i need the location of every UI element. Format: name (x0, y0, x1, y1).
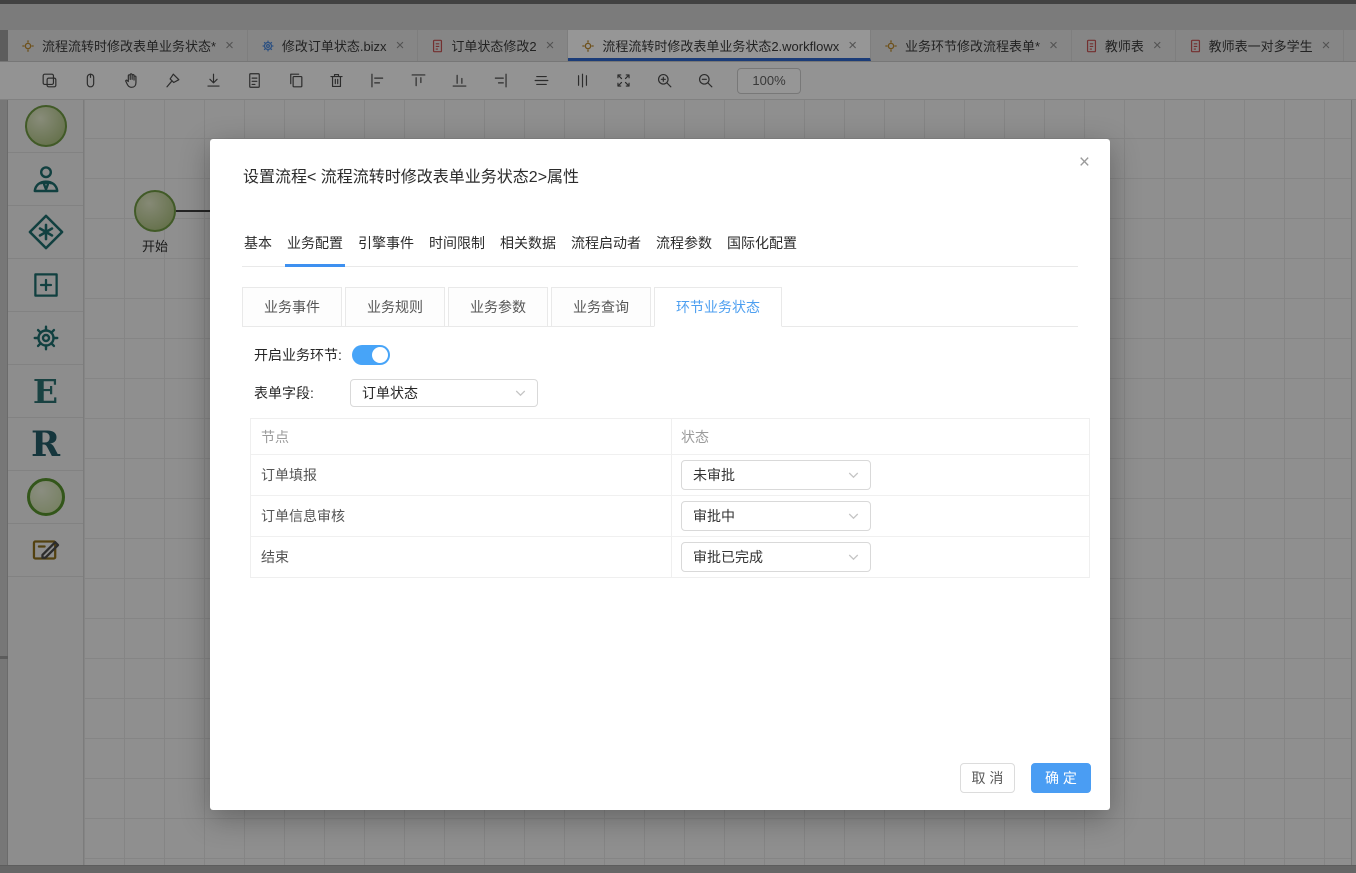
node-status-table: 节点 状态 订单填报 未审批 订单信息审核 审批中 (250, 418, 1090, 578)
status-value: 审批中 (693, 506, 735, 526)
chevron-down-icon (848, 554, 859, 561)
form-field-value: 订单状态 (362, 383, 418, 403)
enable-business-node-row: 开启业务环节: (254, 345, 1110, 365)
table-row: 订单信息审核 审批中 (251, 495, 1089, 536)
status-select[interactable]: 未审批 (681, 460, 871, 490)
subtab-business-query[interactable]: 业务查询 (551, 287, 651, 327)
subtab-business-events[interactable]: 业务事件 (242, 287, 342, 327)
tab-business-config[interactable]: 业务配置 (285, 233, 345, 266)
modal-footer: 取 消 确 定 (960, 763, 1091, 793)
node-name: 订单填报 (251, 455, 672, 495)
column-header-node: 节点 (251, 419, 672, 454)
form-field-select[interactable]: 订单状态 (350, 379, 538, 407)
toggle-label: 开启业务环节: (254, 345, 342, 365)
table-row: 结束 审批已完成 (251, 536, 1089, 577)
subtab-node-business-status[interactable]: 环节业务状态 (654, 287, 782, 327)
tab-engine-events[interactable]: 引擎事件 (356, 233, 416, 266)
toggle-knob (372, 347, 388, 363)
chevron-down-icon (848, 513, 859, 520)
screen: 流程流转时修改表单业务状态* × 修改订单状态.bizx × 订单状态修改2 ×… (0, 0, 1356, 873)
subtab-business-params[interactable]: 业务参数 (448, 287, 548, 327)
business-config-subtabs: 业务事件 业务规则 业务参数 业务查询 环节业务状态 (242, 287, 1078, 327)
tab-basic[interactable]: 基本 (242, 233, 274, 266)
node-name: 订单信息审核 (251, 496, 672, 536)
process-properties-modal: × 设置流程< 流程流转时修改表单业务状态2>属性 基本 业务配置 引擎事件 时… (210, 139, 1110, 810)
modal-title: 设置流程< 流程流转时修改表单业务状态2>属性 (210, 139, 1110, 187)
close-icon[interactable]: × (1079, 153, 1090, 172)
subtab-business-rules[interactable]: 业务规则 (345, 287, 445, 327)
enable-business-node-toggle[interactable] (352, 345, 390, 365)
table-row: 订单填报 未审批 (251, 454, 1089, 495)
modal-tabbar: 基本 业务配置 引擎事件 时间限制 相关数据 流程启动者 流程参数 国际化配置 (242, 233, 1078, 267)
column-header-status: 状态 (672, 419, 1089, 454)
tab-process-initiator[interactable]: 流程启动者 (569, 233, 643, 266)
form-field-label: 表单字段: (254, 383, 350, 403)
status-value: 未审批 (693, 465, 735, 485)
tab-process-params[interactable]: 流程参数 (654, 233, 714, 266)
tab-i18n-config[interactable]: 国际化配置 (725, 233, 799, 266)
status-select[interactable]: 审批已完成 (681, 542, 871, 572)
chevron-down-icon (515, 390, 526, 397)
tab-related-data[interactable]: 相关数据 (498, 233, 558, 266)
status-select[interactable]: 审批中 (681, 501, 871, 531)
confirm-button[interactable]: 确 定 (1031, 763, 1091, 793)
node-name: 结束 (251, 537, 672, 577)
cancel-button[interactable]: 取 消 (960, 763, 1015, 793)
tab-time-limit[interactable]: 时间限制 (427, 233, 487, 266)
table-header: 节点 状态 (251, 419, 1089, 454)
chevron-down-icon (848, 472, 859, 479)
form-field-row: 表单字段: 订单状态 (254, 379, 1110, 407)
status-value: 审批已完成 (693, 547, 763, 567)
